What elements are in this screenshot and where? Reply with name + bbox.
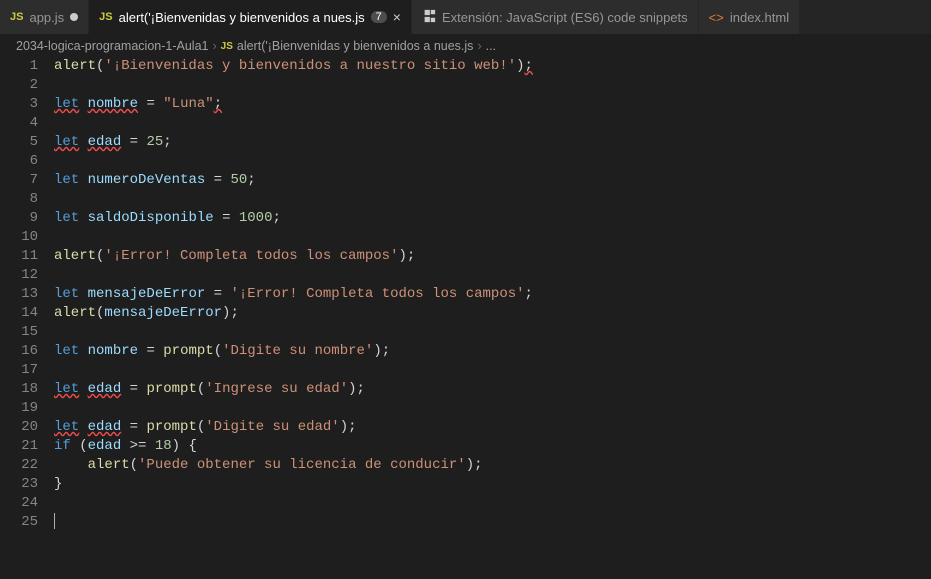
line-number: 4 [0,114,38,133]
line-number: 6 [0,152,38,171]
code-line[interactable]: alert('Puede obtener su licencia de cond… [54,456,931,475]
line-number: 15 [0,323,38,342]
editor-tab[interactable]: <> index.html [699,0,800,34]
line-number: 14 [0,304,38,323]
line-number: 11 [0,247,38,266]
js-file-icon: JS [221,41,233,52]
code-line[interactable]: } [54,475,931,494]
html-file-icon: <> [709,10,724,25]
editor-tab[interactable]: Extensión: JavaScript (ES6) code snippet… [412,0,699,34]
tab-label: alert('¡Bienvenidas y bienvenidos a nues… [119,10,365,25]
tab-badge: 7 [371,11,387,23]
line-number-gutter: 1234567891011121314151617181920212223242… [0,57,54,532]
tab-label: Extensión: JavaScript (ES6) code snippet… [442,10,688,25]
extension-icon [422,9,436,26]
chevron-right-icon: › [477,39,481,53]
line-number: 23 [0,475,38,494]
tab-bar: JS app.js JS alert('¡Bienvenidas y bienveni… [0,0,931,35]
editor-tab[interactable]: JS app.js [0,0,89,34]
line-number: 3 [0,95,38,114]
js-file-icon: JS [10,11,23,23]
line-number: 9 [0,209,38,228]
line-number: 1 [0,57,38,76]
code-line[interactable]: let nombre = "Luna"; [54,95,931,114]
code-line[interactable] [54,399,931,418]
line-number: 25 [0,513,38,532]
code-line[interactable]: alert('¡Bienvenidas y bienvenidos a nues… [54,57,931,76]
breadcrumb-folder[interactable]: 2034-logica-programacion-1-Aula1 [16,39,208,53]
line-number: 18 [0,380,38,399]
code-editor[interactable]: 1234567891011121314151617181920212223242… [0,57,931,532]
line-number: 22 [0,456,38,475]
code-line[interactable] [54,494,931,513]
line-number: 16 [0,342,38,361]
code-line[interactable] [54,266,931,285]
breadcrumb-more[interactable]: ... [486,39,496,53]
code-line[interactable] [54,152,931,171]
breadcrumb[interactable]: 2034-logica-programacion-1-Aula1 › JS al… [0,35,931,57]
line-number: 24 [0,494,38,513]
tab-label: app.js [29,10,64,25]
code-line[interactable] [54,323,931,342]
line-number: 5 [0,133,38,152]
breadcrumb-file[interactable]: alert('¡Bienvenidas y bienvenidos a nues… [237,39,474,53]
code-line[interactable] [54,361,931,380]
line-number: 19 [0,399,38,418]
line-number: 7 [0,171,38,190]
line-number: 17 [0,361,38,380]
line-number: 12 [0,266,38,285]
code-line[interactable] [54,228,931,247]
code-line[interactable]: alert(mensajeDeError); [54,304,931,323]
js-file-icon: JS [99,11,112,23]
unsaved-indicator-icon[interactable] [70,13,78,21]
line-number: 8 [0,190,38,209]
code-line[interactable]: let edad = 25; [54,133,931,152]
code-line[interactable]: let edad = prompt('Ingrese su edad'); [54,380,931,399]
code-line[interactable]: let saldoDisponible = 1000; [54,209,931,228]
line-number: 20 [0,418,38,437]
close-icon[interactable]: × [393,9,401,25]
code-line[interactable]: if (edad >= 18) { [54,437,931,456]
code-line[interactable]: alert('¡Error! Completa todos los campos… [54,247,931,266]
code-line[interactable]: let mensajeDeError = '¡Error! Completa t… [54,285,931,304]
code-line[interactable] [54,76,931,95]
code-line[interactable]: let edad = prompt('Digite su edad'); [54,418,931,437]
line-number: 21 [0,437,38,456]
chevron-right-icon: › [212,39,216,53]
code-line[interactable]: let nombre = prompt('Digite su nombre'); [54,342,931,361]
editor-tab[interactable]: JS alert('¡Bienvenidas y bienvenidos a nu… [89,0,412,34]
line-number: 13 [0,285,38,304]
code-line[interactable] [54,114,931,133]
line-number: 10 [0,228,38,247]
code-content[interactable]: alert('¡Bienvenidas y bienvenidos a nues… [54,57,931,532]
line-number: 2 [0,76,38,95]
code-line[interactable] [54,513,931,532]
tab-label: index.html [730,10,789,25]
code-line[interactable] [54,190,931,209]
code-line[interactable]: let numeroDeVentas = 50; [54,171,931,190]
text-cursor [54,513,55,529]
